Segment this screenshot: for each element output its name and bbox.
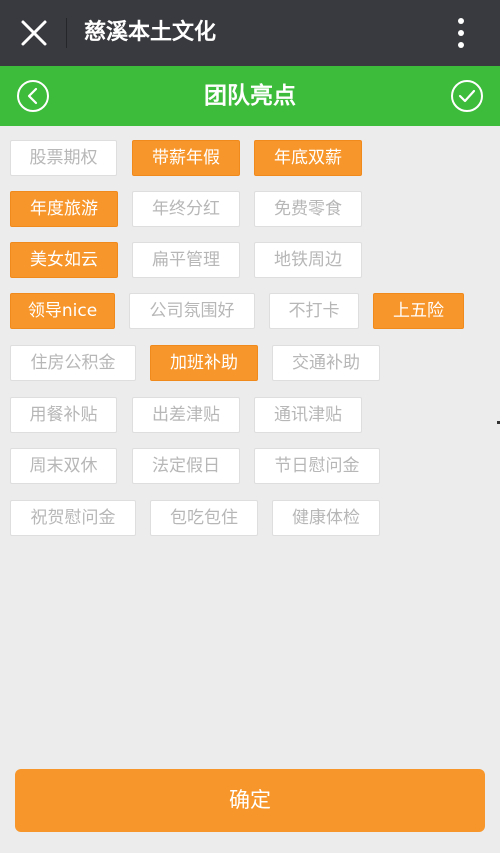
tag-item[interactable]: 美女如云 bbox=[10, 242, 118, 278]
tag-item[interactable]: 法定假日 bbox=[132, 448, 240, 484]
tag-item[interactable]: 年度旅游 bbox=[10, 191, 118, 227]
tag-item[interactable]: 加班补助 bbox=[150, 345, 258, 381]
tag-item[interactable]: 祝贺慰问金 bbox=[10, 500, 136, 536]
top-bar: 慈溪本土文化 bbox=[0, 0, 500, 66]
tag-item[interactable]: 健康体检 bbox=[272, 500, 380, 536]
tag-item[interactable]: 年底双薪 bbox=[254, 140, 362, 176]
tag-item[interactable]: 用餐补贴 bbox=[10, 397, 117, 433]
tag-item[interactable]: 免费零食 bbox=[254, 191, 362, 227]
tag-item[interactable]: 扁平管理 bbox=[132, 242, 240, 278]
tag-item[interactable]: 包吃包住 bbox=[150, 500, 258, 536]
page-title: 团队亮点 bbox=[204, 83, 296, 109]
close-icon[interactable] bbox=[18, 17, 50, 49]
confirm-check-icon[interactable] bbox=[450, 79, 484, 113]
tag-item[interactable]: 周末双休 bbox=[10, 448, 117, 484]
tag-item[interactable]: 住房公积金 bbox=[10, 345, 136, 381]
tag-item[interactable]: 公司氛围好 bbox=[129, 293, 255, 329]
tag-item[interactable]: 节日慰问金 bbox=[254, 448, 380, 484]
confirm-button[interactable]: 确定 bbox=[15, 769, 485, 832]
app-title: 慈溪本土文化 bbox=[84, 20, 217, 45]
tag-item[interactable]: 通讯津贴 bbox=[254, 397, 362, 433]
tag-item[interactable]: 上五险 bbox=[373, 293, 464, 329]
header-divider bbox=[66, 18, 67, 48]
tag-item[interactable]: 年终分红 bbox=[132, 191, 240, 227]
tag-item[interactable]: 出差津贴 bbox=[132, 397, 240, 433]
tag-item[interactable]: 股票期权 bbox=[10, 140, 117, 176]
tag-item[interactable]: 不打卡 bbox=[269, 293, 359, 329]
tag-item[interactable]: 交通补助 bbox=[272, 345, 380, 381]
back-icon[interactable] bbox=[16, 79, 50, 113]
page-header: 团队亮点 bbox=[0, 66, 500, 126]
tag-item[interactable]: 带薪年假 bbox=[132, 140, 240, 176]
tag-item[interactable]: 领导nice bbox=[10, 293, 115, 329]
tag-item[interactable]: 地铁周边 bbox=[254, 242, 362, 278]
more-options-icon[interactable] bbox=[446, 16, 476, 50]
